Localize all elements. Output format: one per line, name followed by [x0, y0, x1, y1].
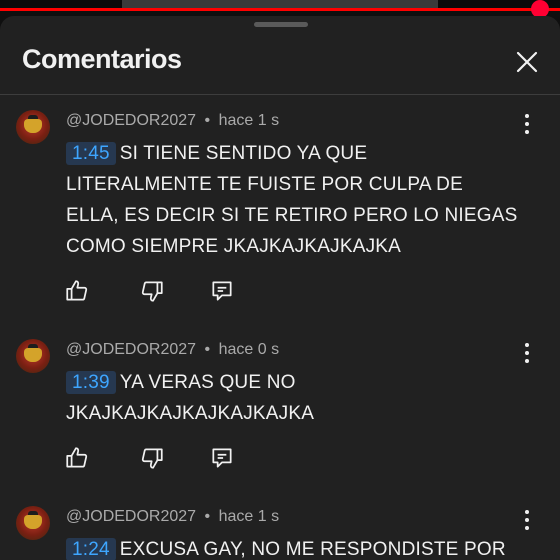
comment-item: @JODEDOR2027 • hace 0 s 1:39 YA VERAS QUE… — [0, 339, 560, 489]
close-icon — [516, 51, 538, 73]
comment-text: SI TIENE SENTIDO YA QUE LITERALMENTE TE … — [66, 143, 518, 257]
avatar[interactable] — [16, 506, 50, 540]
reply-button[interactable] — [209, 278, 235, 304]
video-frame — [122, 0, 438, 8]
comment-author[interactable]: @JODEDOR2027 — [66, 341, 196, 358]
header-divider — [0, 94, 560, 95]
comments-panel: Comentarios @JODEDOR2027 • hace 1 s 1:45… — [0, 16, 560, 560]
comment-meta: @JODEDOR2027 • hace 1 s — [66, 508, 279, 526]
thumb-up-icon — [66, 280, 88, 301]
comment-text-block: 1:24 EXCUSA GAY, NO ME RESPONDISTE POR — [66, 534, 526, 560]
comment-time: hace 0 s — [218, 341, 280, 358]
timestamp-link[interactable]: 1:24 — [66, 538, 116, 560]
comment-time: hace 1 s — [218, 112, 280, 129]
thumb-down-icon — [141, 448, 163, 469]
like-button[interactable] — [64, 278, 90, 304]
drag-handle[interactable] — [254, 22, 308, 27]
avatar[interactable] — [16, 110, 50, 144]
timestamp-link[interactable]: 1:39 — [66, 371, 116, 394]
reply-button[interactable] — [209, 445, 235, 471]
comment-item: @JODEDOR2027 • hace 1 s 1:24 EXCUSA GAY, … — [0, 506, 560, 560]
panel-header: Comentarios — [0, 36, 560, 92]
comment-author[interactable]: @JODEDOR2027 — [66, 112, 196, 129]
comment-menu-button[interactable] — [519, 343, 535, 365]
comment-actions — [64, 445, 264, 473]
panel-title: Comentarios — [22, 44, 182, 74]
reply-icon — [212, 448, 232, 468]
avatar[interactable] — [16, 339, 50, 373]
meta-separator: • — [204, 508, 211, 525]
video-progress-bar[interactable] — [0, 8, 560, 11]
comment-meta: @JODEDOR2027 • hace 0 s — [66, 341, 279, 359]
thumb-up-icon — [66, 447, 88, 468]
comment-text-block: 1:45 SI TIENE SENTIDO YA QUE LITERALMENTE… — [66, 138, 526, 262]
comment-actions — [64, 278, 264, 306]
dislike-button[interactable] — [139, 278, 165, 304]
comment-menu-button[interactable] — [519, 114, 535, 136]
dislike-button[interactable] — [139, 445, 165, 471]
thumb-down-icon — [141, 281, 163, 302]
comment-text: EXCUSA GAY, NO ME RESPONDISTE POR — [119, 539, 506, 560]
meta-separator: • — [204, 341, 211, 358]
comment-meta: @JODEDOR2027 • hace 1 s — [66, 112, 279, 130]
comment-item: @JODEDOR2027 • hace 1 s 1:45 SI TIENE SEN… — [0, 110, 560, 320]
comment-text-block: 1:39 YA VERAS QUE NO JKAJKAJKAJKAJKAJKAJK… — [66, 367, 526, 429]
close-button[interactable] — [510, 45, 544, 79]
meta-separator: • — [204, 112, 211, 129]
like-button[interactable] — [64, 445, 90, 471]
comment-author[interactable]: @JODEDOR2027 — [66, 508, 196, 525]
comment-time: hace 1 s — [218, 508, 280, 525]
timestamp-link[interactable]: 1:45 — [66, 142, 116, 165]
comment-menu-button[interactable] — [519, 510, 535, 532]
reply-icon — [212, 281, 232, 301]
